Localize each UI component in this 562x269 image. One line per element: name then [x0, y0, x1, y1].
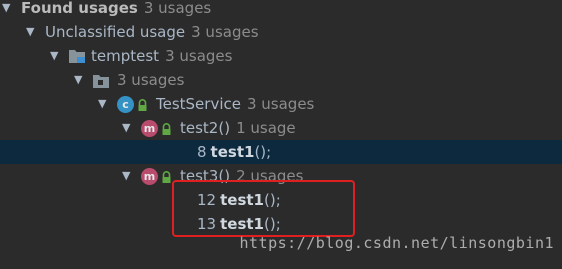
- category-label: Unclassified usage: [45, 23, 186, 41]
- module-label: temptest: [91, 47, 160, 65]
- chevron-down-icon[interactable]: ▼: [98, 98, 108, 109]
- root-count: 3 usages: [143, 0, 212, 17]
- root-label: Found usages: [21, 0, 138, 17]
- chevron-down-icon[interactable]: ▼: [122, 170, 132, 181]
- find-usages-tree: ▼ Found usages 3 usages ▼ Unclassified u…: [0, 0, 562, 269]
- tree-row-class[interactable]: ▼ c TestService 3 usages: [0, 92, 562, 116]
- method-count: 1 usage: [236, 119, 296, 137]
- chevron-down-icon[interactable]: ▼: [26, 26, 36, 37]
- lock-icon: [161, 170, 172, 183]
- watermark-text: https://blog.csdn.net/linsongbin1: [239, 234, 554, 252]
- class-count: 3 usages: [246, 95, 315, 113]
- chevron-down-icon[interactable]: ▼: [122, 122, 132, 133]
- category-count: 3 usages: [191, 23, 259, 41]
- module-folder-icon: [69, 49, 85, 63]
- method-m-icon: m: [141, 119, 158, 137]
- line-number: 8: [197, 143, 207, 161]
- lock-icon: [137, 98, 148, 111]
- chevron-down-icon[interactable]: ▼: [2, 2, 12, 13]
- red-annotation-box: [172, 180, 355, 237]
- class-label: TestService: [156, 95, 241, 113]
- tree-row-found-usages[interactable]: ▼ Found usages 3 usages: [0, 0, 562, 20]
- usage-call: test1: [210, 143, 255, 161]
- tree-row-package[interactable]: ▼ 3 usages: [0, 68, 562, 92]
- module-count: 3 usages: [165, 47, 233, 65]
- package-folder-icon: [93, 74, 109, 88]
- chevron-down-icon[interactable]: ▼: [74, 74, 84, 85]
- method-label: test2(): [180, 119, 231, 137]
- usage-row-line-8[interactable]: 8 test1 ();: [0, 140, 562, 164]
- tree-row-method-test2[interactable]: ▼ m test2() 1 usage: [0, 116, 562, 140]
- method-m-icon: m: [141, 167, 158, 185]
- usage-suffix: ();: [254, 143, 272, 161]
- package-count: 3 usages: [117, 71, 185, 89]
- class-c-icon: c: [117, 95, 134, 113]
- tree-row-unclassified[interactable]: ▼ Unclassified usage 3 usages: [0, 20, 562, 44]
- lock-icon: [161, 122, 172, 135]
- tree-row-module[interactable]: ▼ temptest 3 usages: [0, 44, 562, 68]
- chevron-down-icon[interactable]: ▼: [50, 50, 60, 61]
